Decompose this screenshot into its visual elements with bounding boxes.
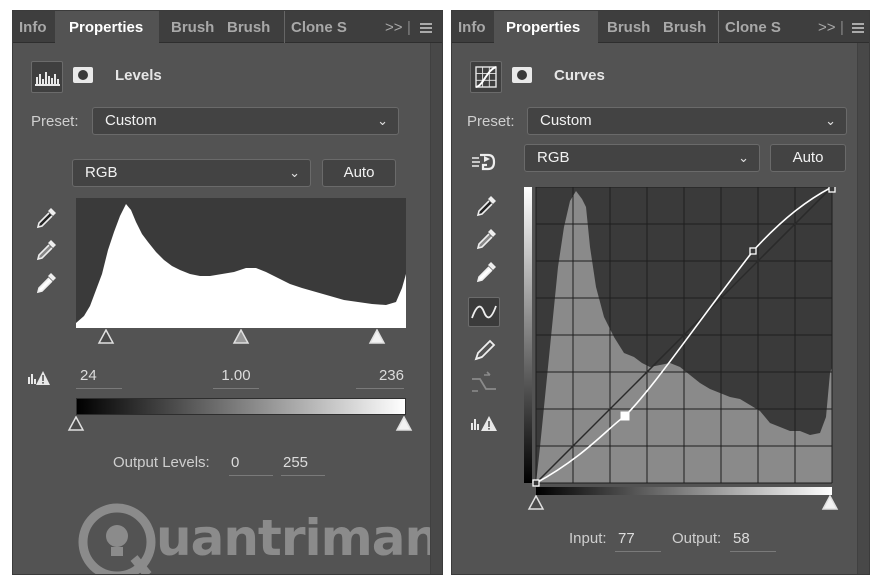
levels-histogram [76,198,406,328]
tab-brush[interactable]: Brush [607,11,662,43]
watermark-logo: uantrimang [78,503,442,574]
white-eyedropper-icon[interactable] [33,270,59,296]
curves-properties-panel: Info Properties Brush Brush Clone S >> |… [451,10,870,575]
preset-dropdown[interactable]: Custom ⌄ [92,107,399,135]
auto-button[interactable]: Auto [322,159,396,187]
lightbulb-logo-icon [78,503,156,574]
input-black-field[interactable]: 24 [76,367,122,389]
curves-grid-icon[interactable] [470,61,502,93]
watermark-text: uantrimang [156,509,443,567]
chevron-down-icon: ⌄ [825,113,836,128]
layer-mask-icon[interactable] [73,67,93,83]
output-black-slider[interactable] [67,416,85,432]
gray-eyedropper-icon[interactable] [33,237,59,263]
on-image-adjust-icon[interactable] [470,149,500,175]
tab-divider: | [840,19,844,36]
input-white-slider[interactable] [821,495,839,511]
channel-value: RGB [85,164,118,181]
preset-dropdown[interactable]: Custom ⌄ [527,107,847,135]
black-input-slider[interactable] [97,329,115,345]
curve-point-selected[interactable] [620,411,630,421]
chevron-down-icon: ⌄ [377,113,388,128]
channel-value: RGB [537,149,570,166]
tab-overflow-button[interactable]: >> [818,11,836,43]
preset-value: Custom [540,112,592,129]
output-value-field[interactable]: 58 [730,530,776,552]
clipping-warning-icon[interactable] [27,369,51,387]
tab-properties[interactable]: Properties [55,11,159,44]
curve-point[interactable] [749,247,757,255]
preset-label: Preset: [31,113,79,130]
curve-point[interactable] [828,187,836,193]
input-white-field[interactable]: 236 [356,367,404,389]
tab-brush[interactable]: Brush [171,11,226,43]
black-eyedropper-icon[interactable] [33,205,59,231]
gamma-input-slider[interactable] [232,329,250,345]
chevron-down-icon: ⌄ [738,150,749,165]
tab-clone-source[interactable]: Clone S [718,11,786,43]
channel-dropdown[interactable]: RGB ⌄ [72,159,311,187]
preset-label: Preset: [467,113,515,130]
white-input-slider[interactable] [368,329,386,345]
input-gamma-field[interactable]: 1.00 [213,367,259,389]
tab-overflow-button[interactable]: >> [385,11,403,43]
tab-clone-source[interactable]: Clone S [284,11,352,43]
panel-menu-icon[interactable] [420,23,432,33]
channel-dropdown[interactable]: RGB ⌄ [524,144,760,172]
output-white-field[interactable]: 255 [281,454,325,476]
gray-eyedropper-icon[interactable] [473,226,499,252]
output-label: Output: [672,530,722,547]
panel-tab-bar: Info Properties Brush Brush Clone S >> | [13,11,442,44]
levels-histogram-icon[interactable] [31,61,63,93]
white-eyedropper-icon[interactable] [473,259,499,285]
tab-info[interactable]: Info [19,11,53,43]
adjustment-title: Curves [554,67,605,84]
output-gradient-bar [76,398,406,415]
curve-point-tool-icon[interactable] [468,297,500,327]
tab-properties[interactable]: Properties [494,11,598,44]
input-label: Input: [569,530,607,547]
tab-info[interactable]: Info [458,11,492,43]
panel-scrollbar[interactable] [430,43,442,574]
input-value-field[interactable]: 77 [615,530,661,552]
adjustment-title: Levels [115,67,162,84]
tab-divider: | [407,19,411,36]
panel-scrollbar[interactable] [857,43,869,574]
auto-button[interactable]: Auto [770,144,846,172]
output-black-field[interactable]: 0 [229,454,273,476]
input-gradient-bar [536,487,832,495]
panel-tab-bar: Info Properties Brush Brush Clone S >> | [452,11,869,44]
tab-brush-2[interactable]: Brush [663,11,713,43]
levels-properties-panel: Info Properties Brush Brush Clone S >> |… [12,10,443,575]
black-eyedropper-icon[interactable] [473,193,499,219]
panel-menu-icon[interactable] [852,23,864,33]
clipping-warning-icon[interactable] [470,413,500,433]
curves-graph[interactable] [524,187,836,497]
pencil-tool-icon[interactable] [468,335,500,365]
output-white-slider[interactable] [395,416,413,432]
tab-brush-2[interactable]: Brush [227,11,277,43]
chevron-down-icon: ⌄ [289,165,300,180]
layer-mask-icon[interactable] [512,67,532,83]
preset-value: Custom [105,112,157,129]
input-black-slider[interactable] [527,495,545,511]
output-levels-label: Output Levels: [113,454,210,471]
smooth-curve-icon[interactable] [468,369,500,399]
curve-point[interactable] [532,479,540,487]
